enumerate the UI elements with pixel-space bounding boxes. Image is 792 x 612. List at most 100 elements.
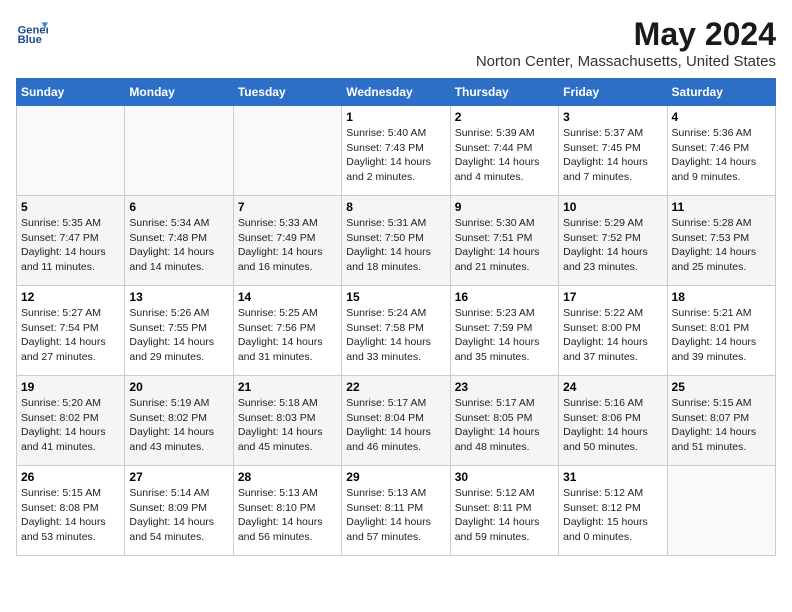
- calendar-cell: 24 Sunrise: 5:16 AMSunset: 8:06 PMDayligh…: [559, 376, 667, 466]
- calendar-cell: 3 Sunrise: 5:37 AMSunset: 7:45 PMDaylight…: [559, 106, 667, 196]
- day-info: Sunrise: 5:36 AMSunset: 7:46 PMDaylight:…: [672, 126, 771, 185]
- day-info: Sunrise: 5:33 AMSunset: 7:49 PMDaylight:…: [238, 216, 337, 275]
- calendar-cell: 10 Sunrise: 5:29 AMSunset: 7:52 PMDayligh…: [559, 196, 667, 286]
- day-info: Sunrise: 5:22 AMSunset: 8:00 PMDaylight:…: [563, 306, 662, 365]
- calendar-week-2: 5Sunrise: 5:35 AMSunset: 7:47 PMDaylight…: [17, 196, 776, 286]
- day-number: 20: [129, 380, 228, 394]
- day-info: Sunrise: 5:17 AMSunset: 8:05 PMDaylight:…: [455, 396, 554, 455]
- day-number: 31: [563, 470, 662, 484]
- calendar-cell: 15 Sunrise: 5:24 AMSunset: 7:58 PMDayligh…: [342, 286, 450, 376]
- day-info: Sunrise: 5:30 AMSunset: 7:51 PMDaylight:…: [455, 216, 554, 275]
- day-number: 15: [346, 290, 445, 304]
- calendar-cell: 28 Sunrise: 5:13 AMSunset: 8:10 PMDayligh…: [233, 466, 341, 556]
- column-header-friday: Friday: [559, 79, 667, 106]
- day-info: Sunrise: 5:40 AMSunset: 7:43 PMDaylight:…: [346, 126, 445, 185]
- day-number: 7: [238, 200, 337, 214]
- day-info: Sunrise: 5:16 AMSunset: 8:06 PMDaylight:…: [563, 396, 662, 455]
- calendar-cell: 12 Sunrise: 5:27 AMSunset: 7:54 PMDayligh…: [17, 286, 125, 376]
- column-header-wednesday: Wednesday: [342, 79, 450, 106]
- calendar-cell: 21 Sunrise: 5:18 AMSunset: 8:03 PMDayligh…: [233, 376, 341, 466]
- day-info: Sunrise: 5:18 AMSunset: 8:03 PMDaylight:…: [238, 396, 337, 455]
- calendar-cell: 14Sunrise: 5:25 AMSunset: 7:56 PMDayligh…: [233, 286, 341, 376]
- calendar-cell: [125, 106, 233, 196]
- calendar-cell: 29 Sunrise: 5:13 AMSunset: 8:11 PMDayligh…: [342, 466, 450, 556]
- day-number: 2: [455, 110, 554, 124]
- day-number: 12: [21, 290, 120, 304]
- day-info: Sunrise: 5:15 AMSunset: 8:08 PMDaylight:…: [21, 486, 120, 545]
- day-number: 3: [563, 110, 662, 124]
- calendar-cell: 13 Sunrise: 5:26 AMSunset: 7:55 PMDayligh…: [125, 286, 233, 376]
- day-number: 25: [672, 380, 771, 394]
- day-info: Sunrise: 5:13 AMSunset: 8:10 PMDaylight:…: [238, 486, 337, 545]
- day-info: Sunrise: 5:20 AMSunset: 8:02 PMDaylight:…: [21, 396, 120, 455]
- day-info: Sunrise: 5:37 AMSunset: 7:45 PMDaylight:…: [563, 126, 662, 185]
- day-info: Sunrise: 5:29 AMSunset: 7:52 PMDaylight:…: [563, 216, 662, 275]
- day-info: Sunrise: 5:23 AMSunset: 7:59 PMDaylight:…: [455, 306, 554, 365]
- column-header-saturday: Saturday: [667, 79, 775, 106]
- calendar-cell: 27Sunrise: 5:14 AMSunset: 8:09 PMDayligh…: [125, 466, 233, 556]
- calendar-cell: 22 Sunrise: 5:17 AMSunset: 8:04 PMDayligh…: [342, 376, 450, 466]
- calendar-table: SundayMondayTuesdayWednesdayThursdayFrid…: [16, 78, 776, 556]
- column-header-sunday: Sunday: [17, 79, 125, 106]
- calendar-cell: 20 Sunrise: 5:19 AMSunset: 8:02 PMDayligh…: [125, 376, 233, 466]
- day-number: 6: [129, 200, 228, 214]
- calendar-header: SundayMondayTuesdayWednesdayThursdayFrid…: [17, 79, 776, 106]
- calendar-week-1: 1 Sunrise: 5:40 AMSunset: 7:43 PMDaylight…: [17, 106, 776, 196]
- day-number: 28: [238, 470, 337, 484]
- calendar-cell: 4 Sunrise: 5:36 AMSunset: 7:46 PMDaylight…: [667, 106, 775, 196]
- day-number: 22: [346, 380, 445, 394]
- day-info: Sunrise: 5:39 AMSunset: 7:44 PMDaylight:…: [455, 126, 554, 185]
- day-number: 29: [346, 470, 445, 484]
- day-info: Sunrise: 5:17 AMSunset: 8:04 PMDaylight:…: [346, 396, 445, 455]
- day-number: 8: [346, 200, 445, 214]
- day-info: Sunrise: 5:19 AMSunset: 8:02 PMDaylight:…: [129, 396, 228, 455]
- calendar-week-5: 26 Sunrise: 5:15 AMSunset: 8:08 PMDayligh…: [17, 466, 776, 556]
- calendar-cell: [17, 106, 125, 196]
- calendar-cell: 19 Sunrise: 5:20 AMSunset: 8:02 PMDayligh…: [17, 376, 125, 466]
- calendar-cell: 18 Sunrise: 5:21 AMSunset: 8:01 PMDayligh…: [667, 286, 775, 376]
- day-number: 26: [21, 470, 120, 484]
- column-header-monday: Monday: [125, 79, 233, 106]
- column-header-tuesday: Tuesday: [233, 79, 341, 106]
- calendar-cell: [233, 106, 341, 196]
- calendar-cell: 31Sunrise: 5:12 AMSunset: 8:12 PMDayligh…: [559, 466, 667, 556]
- day-info: Sunrise: 5:28 AMSunset: 7:53 PMDaylight:…: [672, 216, 771, 275]
- main-title: May 2024: [476, 16, 776, 53]
- day-info: Sunrise: 5:12 AMSunset: 8:11 PMDaylight:…: [455, 486, 554, 545]
- day-info: Sunrise: 5:24 AMSunset: 7:58 PMDaylight:…: [346, 306, 445, 365]
- day-info: Sunrise: 5:27 AMSunset: 7:54 PMDaylight:…: [21, 306, 120, 365]
- day-info: Sunrise: 5:15 AMSunset: 8:07 PMDaylight:…: [672, 396, 771, 455]
- day-info: Sunrise: 5:35 AMSunset: 7:47 PMDaylight:…: [21, 216, 120, 275]
- day-number: 1: [346, 110, 445, 124]
- day-info: Sunrise: 5:26 AMSunset: 7:55 PMDaylight:…: [129, 306, 228, 365]
- page-header: General Blue May 2024 Norton Center, Mas…: [16, 16, 776, 70]
- svg-text:Blue: Blue: [18, 34, 42, 46]
- day-number: 18: [672, 290, 771, 304]
- logo-icon: General Blue: [16, 16, 48, 48]
- day-number: 27: [129, 470, 228, 484]
- day-number: 24: [563, 380, 662, 394]
- day-number: 21: [238, 380, 337, 394]
- calendar-cell: 26 Sunrise: 5:15 AMSunset: 8:08 PMDayligh…: [17, 466, 125, 556]
- day-number: 14: [238, 290, 337, 304]
- calendar-week-4: 19 Sunrise: 5:20 AMSunset: 8:02 PMDayligh…: [17, 376, 776, 466]
- title-block: May 2024 Norton Center, Massachusetts, U…: [476, 16, 776, 70]
- logo: General Blue: [16, 16, 48, 48]
- day-info: Sunrise: 5:34 AMSunset: 7:48 PMDaylight:…: [129, 216, 228, 275]
- day-number: 9: [455, 200, 554, 214]
- day-number: 4: [672, 110, 771, 124]
- day-number: 10: [563, 200, 662, 214]
- day-info: Sunrise: 5:13 AMSunset: 8:11 PMDaylight:…: [346, 486, 445, 545]
- calendar-cell: 2 Sunrise: 5:39 AMSunset: 7:44 PMDaylight…: [450, 106, 558, 196]
- calendar-cell: 11Sunrise: 5:28 AMSunset: 7:53 PMDayligh…: [667, 196, 775, 286]
- calendar-cell: 25 Sunrise: 5:15 AMSunset: 8:07 PMDayligh…: [667, 376, 775, 466]
- calendar-week-3: 12 Sunrise: 5:27 AMSunset: 7:54 PMDayligh…: [17, 286, 776, 376]
- day-info: Sunrise: 5:21 AMSunset: 8:01 PMDaylight:…: [672, 306, 771, 365]
- calendar-cell: 23 Sunrise: 5:17 AMSunset: 8:05 PMDayligh…: [450, 376, 558, 466]
- day-number: 23: [455, 380, 554, 394]
- day-number: 13: [129, 290, 228, 304]
- day-number: 19: [21, 380, 120, 394]
- calendar-cell: 8Sunrise: 5:31 AMSunset: 7:50 PMDaylight…: [342, 196, 450, 286]
- calendar-cell: 9 Sunrise: 5:30 AMSunset: 7:51 PMDaylight…: [450, 196, 558, 286]
- column-header-thursday: Thursday: [450, 79, 558, 106]
